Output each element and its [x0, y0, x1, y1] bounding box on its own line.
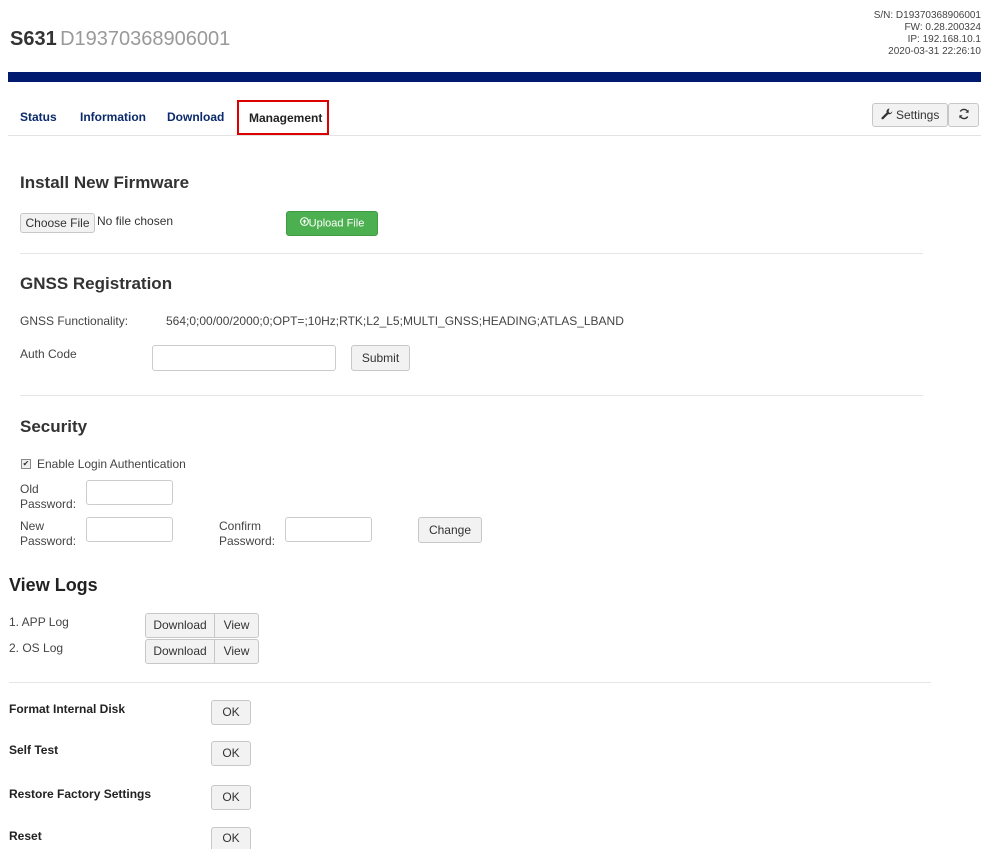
device-info: S/N: D19370368906001 FW: 0.28.200324 IP:… — [874, 10, 981, 58]
submit-button[interactable]: Submit — [351, 345, 410, 371]
tab-information[interactable]: Information — [80, 110, 146, 124]
nav-divider — [8, 135, 981, 136]
app-log-view-button[interactable]: View — [214, 613, 259, 638]
confirm-password-label-line1: Confirm — [219, 519, 262, 533]
tab-status[interactable]: Status — [20, 110, 57, 124]
new-password-label: New Password: — [20, 519, 76, 549]
upload-file-label: Upload File — [308, 217, 365, 230]
self-test-label: Self Test — [9, 743, 59, 757]
app-log-download-button[interactable]: Download — [145, 613, 215, 638]
old-password-label-line1: Old — [20, 482, 39, 496]
auth-code-input[interactable] — [152, 345, 336, 371]
reset-label: Reset — [9, 829, 42, 843]
page-title: S631 D19370368906001 — [10, 28, 230, 51]
auth-code-label: Auth Code — [20, 347, 77, 361]
restore-factory-label: Restore Factory Settings — [9, 787, 152, 801]
os-log-view-button[interactable]: View — [214, 639, 259, 664]
enable-auth-checkbox[interactable]: ✔ — [21, 459, 31, 469]
log-item-label: 2. OS Log — [9, 641, 64, 655]
new-password-input[interactable] — [86, 517, 173, 542]
format-disk-ok-button[interactable]: OK — [211, 700, 251, 725]
gnss-title: GNSS Registration — [20, 274, 173, 293]
change-password-button[interactable]: Change — [418, 517, 482, 543]
divider — [20, 395, 923, 396]
divider — [20, 253, 923, 254]
old-password-label-line2: Password: — [20, 497, 77, 511]
reset-ok-button[interactable]: OK — [211, 827, 251, 849]
firmware-title: Install New Firmware — [20, 173, 190, 192]
old-password-input[interactable] — [86, 480, 173, 505]
upload-icon — [299, 212, 309, 235]
self-test-ok-button[interactable]: OK — [211, 741, 251, 766]
format-disk-label: Format Internal Disk — [9, 702, 126, 716]
device-model: S631 — [10, 28, 57, 50]
device-serial: D19370368906001 — [60, 28, 231, 50]
view-logs-title: View Logs — [9, 575, 98, 595]
os-log-download-button[interactable]: Download — [145, 639, 215, 664]
security-title: Security — [20, 417, 88, 436]
gnss-functionality-value: 564;0;00/00/2000;0;OPT=;10Hz;RTK;L2_L5;M… — [166, 314, 624, 328]
restore-factory-ok-button[interactable]: OK — [211, 785, 251, 810]
tab-management-label: Management — [249, 111, 323, 125]
refresh-button[interactable] — [948, 103, 979, 127]
settings-label: Settings — [895, 108, 940, 122]
tab-management[interactable]: Management — [237, 100, 329, 135]
enable-auth-label: Enable Login Authentication — [37, 457, 186, 471]
choose-file-button[interactable]: Choose File — [20, 213, 95, 233]
divider — [9, 682, 931, 683]
log-item-label: 1. APP Log — [9, 615, 69, 629]
header-bar — [8, 72, 981, 82]
gnss-functionality-label: GNSS Functionality: — [20, 314, 129, 328]
device-info-ip: IP: 192.168.10.1 — [907, 34, 981, 45]
wrench-icon — [881, 105, 893, 127]
refresh-icon — [958, 105, 970, 127]
file-status: No file chosen — [97, 214, 174, 228]
confirm-password-label-line2: Password: — [219, 534, 276, 548]
old-password-label: Old Password: — [20, 482, 76, 512]
device-info-datetime: 2020-03-31 22:26:10 — [888, 46, 981, 57]
upload-file-button[interactable]: Upload File — [286, 211, 378, 236]
confirm-password-input[interactable] — [285, 517, 372, 542]
device-info-sn: S/N: D19370368906001 — [873, 10, 981, 21]
tab-download[interactable]: Download — [167, 110, 224, 124]
settings-button[interactable]: Settings — [872, 103, 948, 127]
device-info-fw: FW: 0.28.200324 — [904, 22, 981, 33]
new-password-label-line2: Password: — [20, 534, 77, 548]
new-password-label-line1: New — [20, 519, 45, 533]
confirm-password-label: Confirm Password: — [219, 519, 275, 549]
